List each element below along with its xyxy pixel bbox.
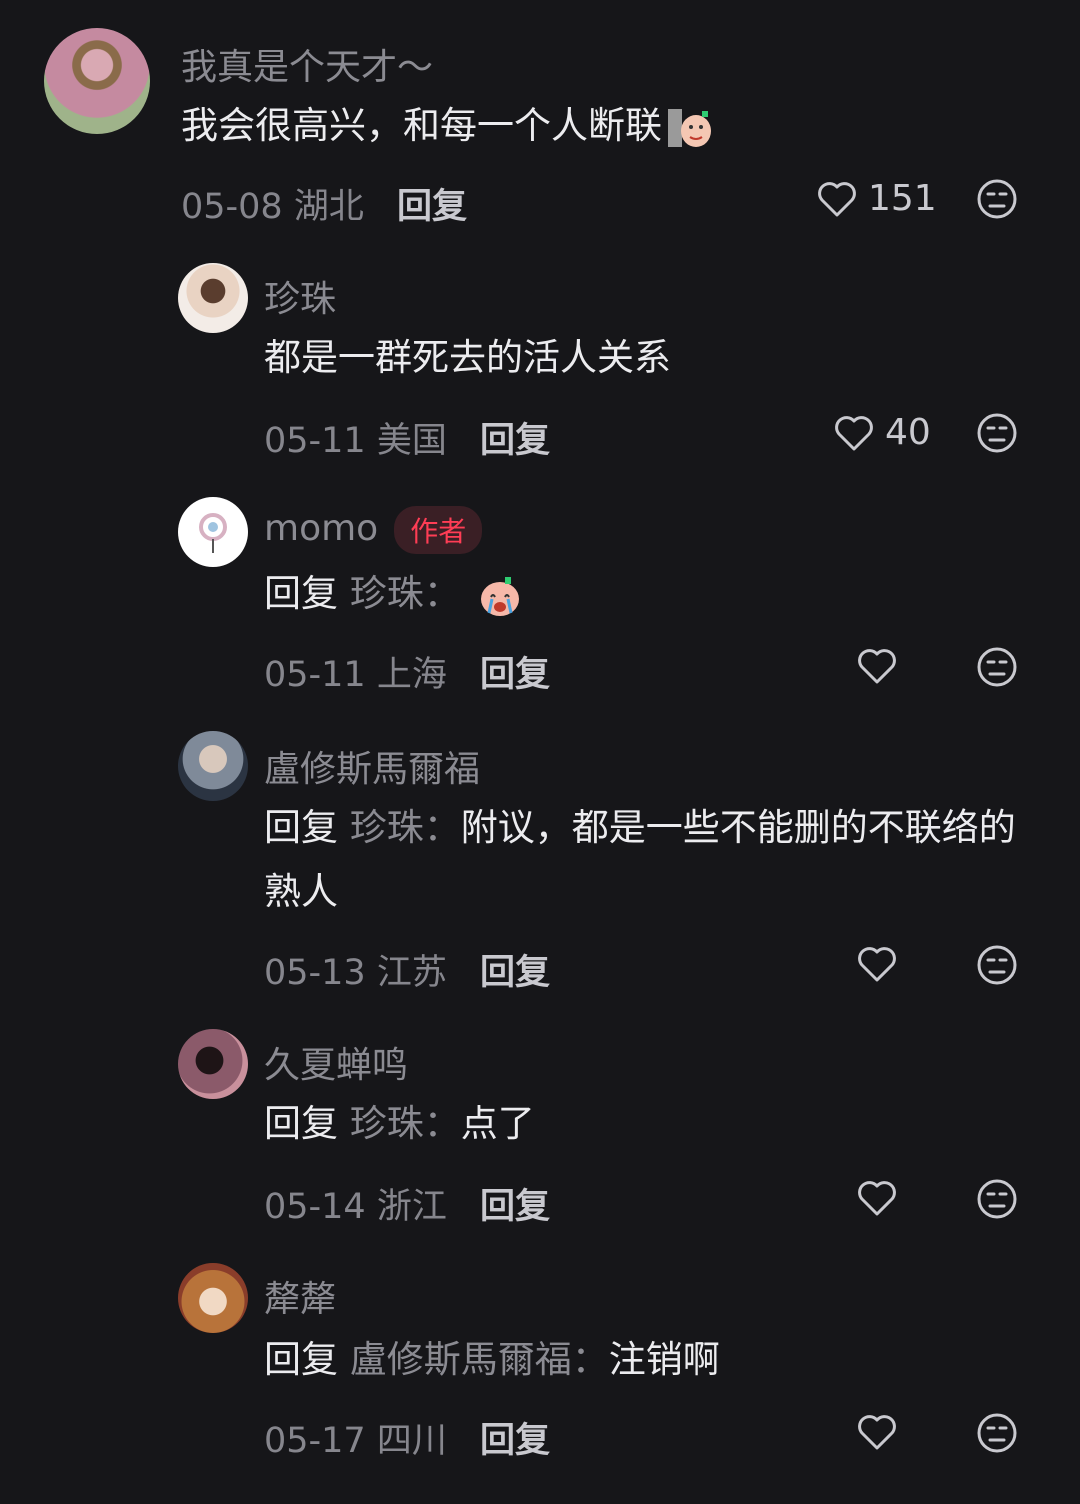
heart-outline-icon	[858, 649, 896, 684]
comment-text: 回复 盧修斯馬爾福：注销啊	[264, 1328, 720, 1392]
comment-date: 05-17	[264, 1421, 366, 1461]
username[interactable]: 珍珠	[264, 270, 336, 322]
comment-location: 浙江	[376, 1187, 447, 1227]
reply-prefix: 回复	[264, 1102, 338, 1145]
comment-text: 回复 珍珠：点了	[264, 1092, 535, 1156]
comment-date: 05-08	[181, 187, 283, 227]
like-button[interactable]	[856, 1412, 898, 1452]
comment-meta: 05-11 美国 回复	[264, 412, 550, 463]
comment-location: 四川	[376, 1421, 447, 1461]
reply-button[interactable]: 回复	[480, 421, 550, 461]
heart-outline-icon	[858, 1415, 896, 1450]
comment-meta: 05-14 浙江 回复	[264, 1178, 550, 1229]
comment-item: 我真是个天才～ 我会很高兴，和每一个人断联 05-08 湖北 回复 151	[0, 0, 1080, 240]
like-button[interactable]	[856, 646, 898, 686]
reply-button[interactable]: 回复	[480, 655, 550, 695]
reply-prefix: 回复	[264, 1338, 338, 1381]
heart-outline-icon	[835, 415, 873, 450]
heart-outline-icon	[858, 947, 896, 982]
comment-body: 我会很高兴，和每一个人断联	[181, 104, 662, 147]
comment-meta: 05-08 湖北 回复	[181, 178, 467, 229]
comment-meta: 05-11 上海 回复	[264, 646, 550, 697]
username[interactable]: 久夏蝉鸣	[264, 1036, 408, 1088]
crying-sticker-icon	[477, 573, 523, 619]
reply-button[interactable]: 回复	[397, 187, 467, 227]
heart-outline-icon	[818, 181, 856, 216]
meh-face-icon[interactable]	[976, 1178, 1018, 1220]
reply-button[interactable]: 回复	[480, 953, 550, 993]
reply-button[interactable]: 回复	[480, 1187, 550, 1227]
author-badge: 作者	[394, 506, 483, 554]
comment-text: 回复 珍珠：	[264, 562, 523, 626]
comment-body: 都是一群死去的活人关系	[264, 336, 671, 379]
comment-location: 江苏	[376, 953, 447, 993]
sticker-emoji-icon	[666, 105, 712, 151]
like-button[interactable]: 151	[816, 178, 937, 219]
avatar[interactable]	[178, 497, 248, 567]
meh-face-icon[interactable]	[976, 1412, 1018, 1454]
username[interactable]: 我真是个天才～	[181, 38, 433, 90]
reply-target[interactable]: 盧修斯馬爾福：	[350, 1338, 609, 1381]
comment-location: 美国	[376, 421, 447, 461]
comment-date: 05-13	[264, 953, 366, 993]
like-button[interactable]	[856, 944, 898, 984]
like-button[interactable]	[856, 1178, 898, 1218]
avatar[interactable]	[178, 1263, 248, 1333]
like-button[interactable]: 40	[833, 412, 931, 453]
avatar[interactable]	[178, 731, 248, 801]
reply-button[interactable]: 回复	[480, 1421, 550, 1461]
username-text: momo	[264, 508, 379, 549]
meh-face-icon[interactable]	[976, 646, 1018, 688]
reply-prefix: 回复	[264, 572, 338, 615]
reply-prefix: 回复	[264, 806, 338, 849]
reply-target[interactable]: 珍珠：	[350, 806, 461, 849]
avatar[interactable]	[178, 1029, 248, 1099]
comment-text: 我会很高兴，和每一个人断联	[181, 94, 1041, 158]
comment-meta: 05-17 四川 回复	[264, 1412, 550, 1463]
comment-date: 05-11	[264, 421, 366, 461]
comment-meta: 05-13 江苏 回复	[264, 944, 550, 995]
like-count: 151	[868, 178, 937, 219]
meh-face-icon[interactable]	[976, 944, 1018, 986]
comment-location: 湖北	[293, 187, 364, 227]
reply-target[interactable]: 珍珠：	[350, 1102, 461, 1145]
username[interactable]: momo 作者	[264, 506, 483, 554]
comment-body: 点了	[460, 1102, 535, 1145]
avatar[interactable]	[178, 263, 248, 333]
heart-outline-icon	[858, 1181, 896, 1216]
username[interactable]: 盧修斯馬爾福	[264, 740, 480, 792]
like-count: 40	[885, 412, 931, 453]
reply-target[interactable]: 珍珠：	[350, 572, 461, 615]
comment-date: 05-14	[264, 1187, 366, 1227]
lollipop-icon	[199, 513, 227, 553]
username[interactable]: 犛犛	[264, 1270, 336, 1322]
avatar[interactable]	[44, 28, 150, 134]
comment-body: 注销啊	[608, 1338, 720, 1381]
comment-date: 05-11	[264, 655, 366, 695]
meh-face-icon[interactable]	[976, 412, 1018, 454]
meh-face-icon[interactable]	[976, 178, 1018, 220]
comment-text: 回复 珍珠：附议，都是一些不能删的不联络的熟人	[264, 796, 1024, 924]
comment-location: 上海	[376, 655, 447, 695]
